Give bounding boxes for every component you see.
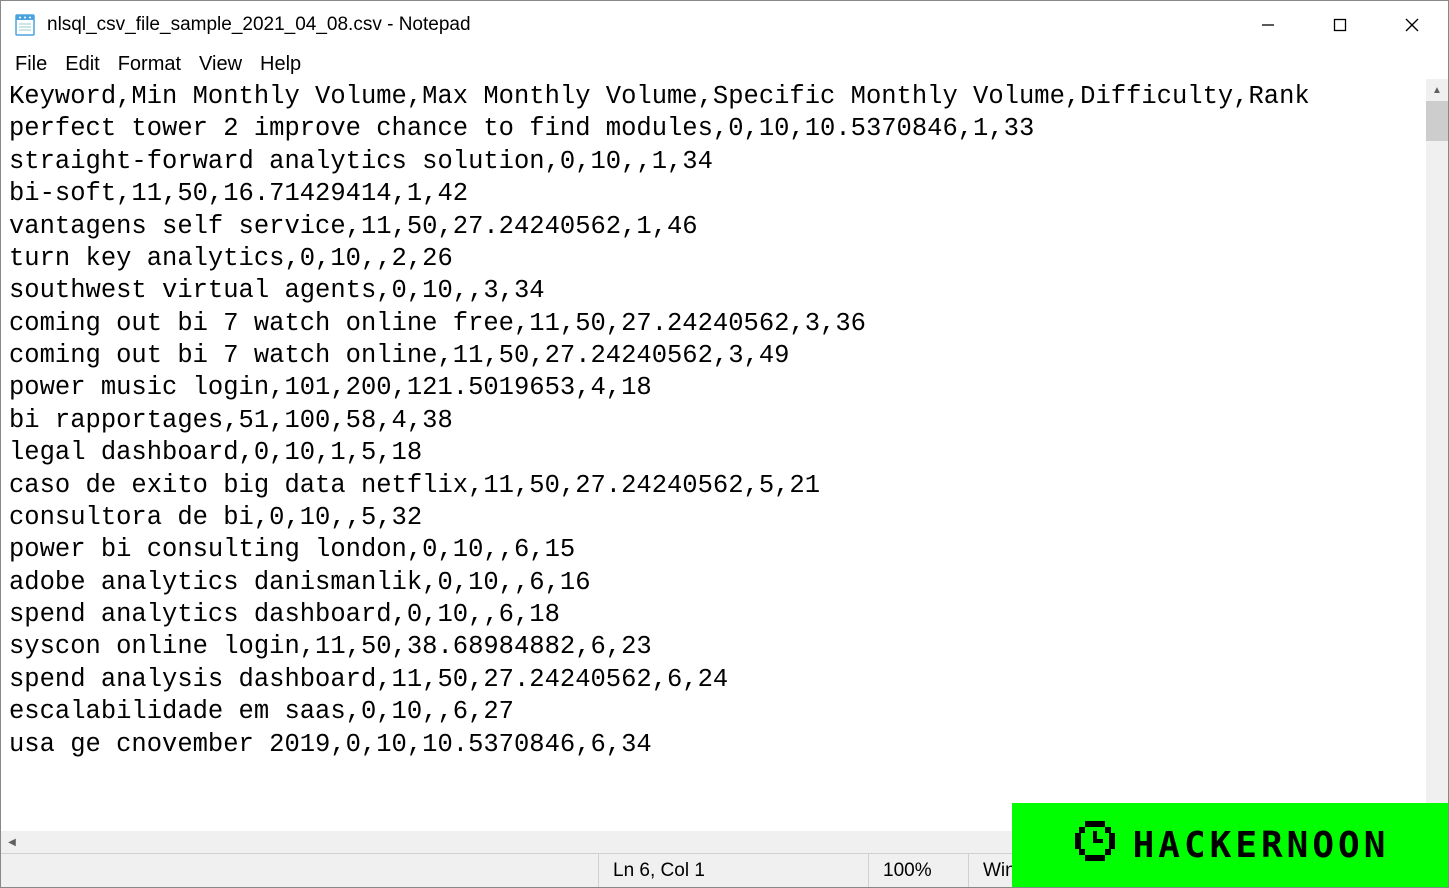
watermark-text: HACKERNOON bbox=[1133, 825, 1390, 866]
editor-area: Keyword,Min Monthly Volume,Max Monthly V… bbox=[1, 79, 1448, 853]
vscroll-track[interactable] bbox=[1426, 101, 1448, 809]
text-content[interactable]: Keyword,Min Monthly Volume,Max Monthly V… bbox=[1, 79, 1426, 831]
vertical-scrollbar[interactable]: ▲ ▼ bbox=[1426, 79, 1448, 831]
menubar: File Edit Format View Help bbox=[1, 49, 1448, 79]
titlebar: nlsql_csv_file_sample_2021_04_08.csv - N… bbox=[1, 1, 1448, 49]
menu-view[interactable]: View bbox=[191, 51, 250, 78]
clock-pixel-icon bbox=[1071, 817, 1119, 874]
menu-format[interactable]: Format bbox=[110, 51, 189, 78]
menu-file[interactable]: File bbox=[7, 51, 55, 78]
menu-edit[interactable]: Edit bbox=[57, 51, 107, 78]
minimize-button[interactable] bbox=[1232, 1, 1304, 49]
watermark-badge: HACKERNOON bbox=[1012, 803, 1448, 887]
status-zoom: 100% bbox=[868, 854, 968, 887]
status-position: Ln 6, Col 1 bbox=[598, 854, 868, 887]
window-controls bbox=[1232, 1, 1448, 49]
status-spacer bbox=[1, 854, 598, 887]
scroll-left-icon[interactable]: ◀ bbox=[1, 831, 23, 853]
notepad-icon bbox=[13, 13, 37, 37]
scroll-up-icon[interactable]: ▲ bbox=[1426, 79, 1448, 101]
window-title: nlsql_csv_file_sample_2021_04_08.csv - N… bbox=[47, 14, 1232, 36]
menu-help[interactable]: Help bbox=[252, 51, 309, 78]
maximize-button[interactable] bbox=[1304, 1, 1376, 49]
close-button[interactable] bbox=[1376, 1, 1448, 49]
vscroll-thumb[interactable] bbox=[1426, 101, 1448, 141]
